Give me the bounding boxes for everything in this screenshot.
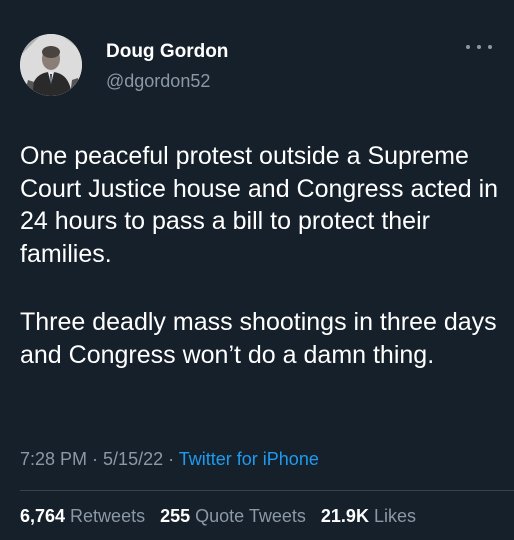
tweet-meta: 7:28 PM · 5/15/22 · Twitter for iPhone (20, 449, 319, 470)
avatar-photo (20, 34, 82, 96)
tweet-paragraph: One peaceful protest outside a Supreme C… (20, 142, 499, 268)
quote-tweets-label: Quote Tweets (195, 506, 306, 526)
divider (20, 490, 514, 491)
more-dot (477, 45, 481, 49)
tweet-source-link[interactable]: Twitter for iPhone (179, 449, 319, 469)
avatar[interactable] (20, 34, 82, 96)
tweet-stats: 6,764 Retweets 255 Quote Tweets 21.9K Likes (20, 506, 426, 527)
tweet-time[interactable]: 7:28 PM (20, 449, 87, 469)
quote-tweets-count: 255 (160, 506, 191, 526)
tweet: Doug Gordon @dgordon52 One peaceful prot… (0, 0, 514, 540)
meta-separator: · (163, 449, 179, 469)
likes-count: 21.9K (320, 506, 369, 526)
quote-tweets-stat[interactable]: 255 Quote Tweets (160, 506, 306, 526)
retweets-count: 6,764 (20, 506, 66, 526)
author-name[interactable]: Doug Gordon (106, 41, 228, 63)
likes-label: Likes (373, 506, 416, 526)
more-dot (488, 45, 492, 49)
retweets-stat[interactable]: 6,764 Retweets (20, 506, 145, 526)
retweets-label: Retweets (70, 506, 146, 526)
meta-separator: · (87, 449, 104, 469)
more-dot (466, 45, 470, 49)
tweet-paragraph: Three deadly mass shootings in three day… (20, 308, 497, 369)
author-handle[interactable]: @dgordon52 (106, 71, 210, 92)
tweet-date[interactable]: 5/15/22 (103, 449, 163, 469)
more-horizontal-icon[interactable] (466, 40, 492, 54)
likes-stat[interactable]: 21.9K Likes (321, 506, 416, 526)
